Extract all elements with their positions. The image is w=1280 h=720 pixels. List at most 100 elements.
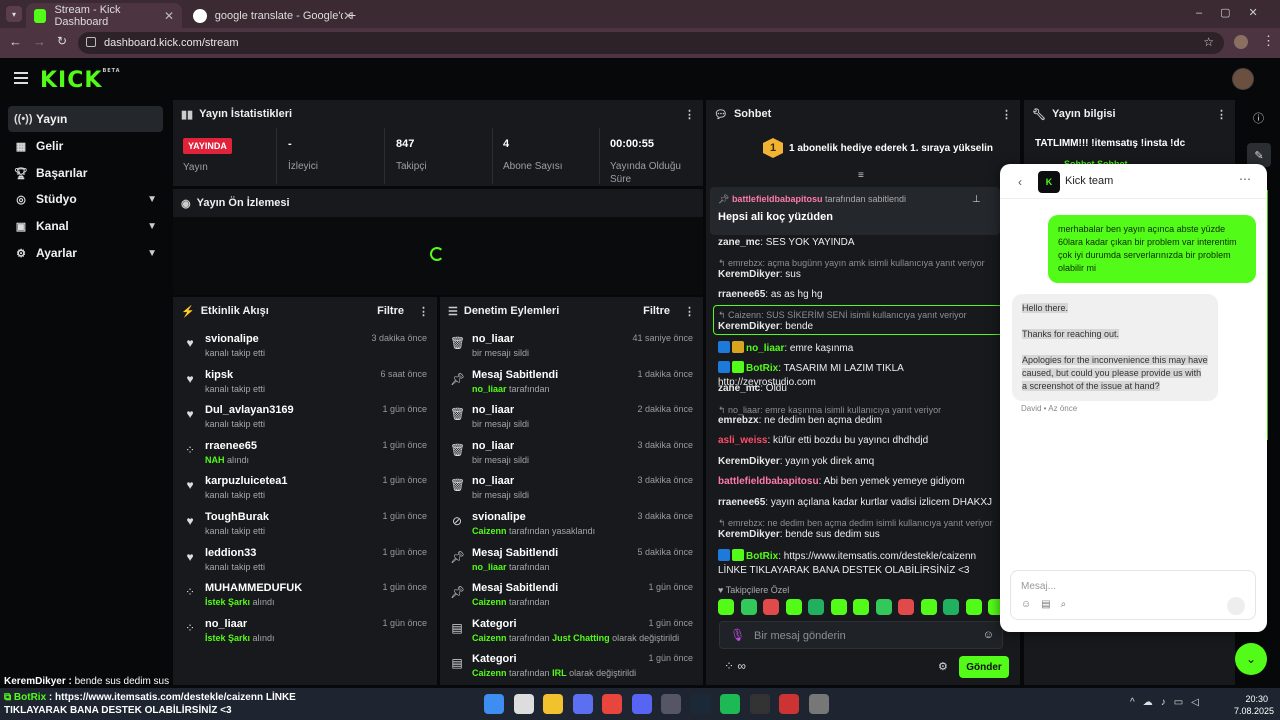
clock[interactable]: 20:30 7.08.2025 <box>1234 693 1274 717</box>
chat-username[interactable]: no_liaar <box>746 343 784 354</box>
unpin-icon[interactable]: ⊥ <box>972 194 981 205</box>
activity-row[interactable]: ⁘ no_liaar İstek Şarkı alındı 1 gün önce <box>173 614 437 650</box>
more-options-icon[interactable]: ⋮ <box>684 305 695 318</box>
profile-avatar[interactable] <box>1234 35 1248 49</box>
moderation-row[interactable]: 📌︎ Mesaj Sabitlendi Caizenn tarafından 1 gü… <box>440 578 703 614</box>
emote-icon[interactable] <box>785 599 802 615</box>
support-input[interactable]: Mesaj... ☺▤⌕ <box>1010 570 1256 620</box>
collapse-icon[interactable]: ≡ <box>858 170 864 181</box>
emote-icon[interactable] <box>763 599 779 615</box>
close-icon[interactable]: ✕ <box>164 9 174 23</box>
back-chevron-icon[interactable]: ‹ <box>1018 175 1022 189</box>
microphone-icon[interactable]: 🎙︎ <box>730 628 745 642</box>
chat-username[interactable]: zane_mc <box>718 383 760 394</box>
emoji-icon[interactable]: ☺ <box>983 629 994 641</box>
taskbar-app-icon[interactable] <box>690 694 711 714</box>
sidebar-item-gelir[interactable]: ▦ Gelir <box>8 133 163 159</box>
taskbar-app-icon[interactable] <box>602 694 622 714</box>
emote-icon[interactable] <box>898 599 914 615</box>
sidebar-item-studyo[interactable]: ◎ Stüdyo ▼ <box>8 186 163 212</box>
emote-icon[interactable] <box>943 599 959 615</box>
moderation-row[interactable]: 📌︎ Mesaj Sabitlendi no_liaar tarafından 5 d… <box>440 543 703 579</box>
hamburger-menu-icon[interactable] <box>14 72 28 84</box>
emote-icon[interactable] <box>718 599 734 615</box>
send-button[interactable]: Gönder <box>959 656 1009 678</box>
taskbar-app-icon[interactable] <box>808 694 829 714</box>
chat-username[interactable]: BotRix <box>746 363 778 374</box>
chat-username[interactable]: asli_weiss <box>718 435 767 446</box>
chat-username[interactable]: BotRix <box>746 551 778 562</box>
emote-icon[interactable] <box>808 599 824 615</box>
bookmark-star-icon[interactable]: ☆ <box>1203 35 1214 49</box>
sidebar-item-yayin[interactable]: ((•)) Yayın <box>8 106 163 132</box>
emote-icon[interactable] <box>853 599 869 615</box>
info-icon[interactable]: ⓘ <box>1253 110 1264 126</box>
send-arrow-icon[interactable] <box>1227 597 1245 615</box>
new-tab-icon[interactable]: + <box>348 7 356 23</box>
taskbar-app-icon[interactable] <box>720 694 740 714</box>
chat-username[interactable]: emrebzx <box>718 415 759 426</box>
moderation-row[interactable]: ⊘ svionalipe Caizenn tarafından yasaklandı… <box>440 507 703 543</box>
moderation-row[interactable]: 📌︎ Mesaj Sabitlendi no_liaar tarafından 1 d… <box>440 365 703 401</box>
activity-row[interactable]: ♥ ToughBurak kanalı takip etti 1 gün önce <box>173 507 437 543</box>
window-controls[interactable]: –▢✕ <box>1196 6 1276 19</box>
taskbar-app-icon[interactable] <box>661 694 681 714</box>
taskbar-app-icon[interactable] <box>513 694 534 714</box>
chat-username[interactable]: battlefieldbabapitosu <box>718 476 819 487</box>
browser-menu-icon[interactable]: ⋮ <box>1262 33 1275 49</box>
more-options-icon[interactable]: ⋯ <box>1239 172 1251 186</box>
more-options-icon[interactable]: ⋮ <box>684 108 695 121</box>
taskbar-app-icon[interactable] <box>572 694 593 714</box>
address-bar[interactable]: dashboard.kick.com/stream ☆ <box>78 32 1224 54</box>
moderation-row[interactable]: 🗑︎ no_liaar bir mesajı sildi 2 dakika önce <box>440 400 703 436</box>
moderation-row[interactable]: 🗑︎ no_liaar bir mesajı sildi 3 dakika önce <box>440 436 703 472</box>
activity-row[interactable]: ⁘ MUHAMMEDUFUK İstek Şarkı alındı 1 gün önc… <box>173 578 437 614</box>
chat-settings-icon[interactable]: ⚙ <box>938 660 948 673</box>
tab-search-button[interactable]: ▾ <box>6 6 22 22</box>
forward-icon[interactable]: → <box>33 34 46 49</box>
sidebar-item-basarilar[interactable]: 🏆︎ Başarılar <box>8 160 163 186</box>
support-toggle-button[interactable]: ⌄ <box>1235 643 1267 675</box>
emote-icon[interactable] <box>740 599 757 615</box>
site-info-icon[interactable] <box>86 37 96 47</box>
more-options-icon[interactable]: ⋮ <box>1001 108 1012 121</box>
sidebar-item-ayarlar[interactable]: ⚙ Ayarlar ▼ <box>8 240 163 266</box>
chat-username[interactable]: rraenee65 <box>718 289 765 300</box>
emote-icon[interactable] <box>965 599 982 615</box>
chat-username[interactable]: rraenee65 <box>718 497 765 508</box>
emote-icon[interactable] <box>920 599 937 615</box>
filter-button[interactable]: Filtre <box>377 305 404 317</box>
system-tray[interactable]: ^☁♪▭◁ <box>1130 697 1207 708</box>
back-icon[interactable]: ← <box>9 34 22 49</box>
activity-row[interactable]: ⁘ rraenee65 NAH alındı 1 gün önce <box>173 436 437 472</box>
activity-row[interactable]: ♥ Dul_avlayan3169 kanalı takip etti 1 gün ö… <box>173 400 437 436</box>
chat-username[interactable]: KeremDikyer <box>718 456 780 467</box>
activity-row[interactable]: ♥ svionalipe kanalı takip etti 3 dakika önc… <box>173 329 437 365</box>
moderation-row[interactable]: 🗑︎ no_liaar bir mesajı sildi 41 saniye önce <box>440 329 703 365</box>
pinned-by-user[interactable]: battlefieldbabapitosu <box>732 194 823 204</box>
taskbar-app-icon[interactable] <box>749 694 770 714</box>
points-icon[interactable]: ⁘ <box>724 659 734 673</box>
chat-username[interactable]: KeremDikyer <box>718 269 780 280</box>
activity-row[interactable]: ♥ kipsk kanalı takip etti 6 saat önce <box>173 365 437 401</box>
taskbar-app-icon[interactable] <box>631 694 652 714</box>
chat-username[interactable]: zane_mc <box>718 237 760 248</box>
attachment-icons[interactable]: ☺▤⌕ <box>1021 599 1076 610</box>
chat-username[interactable]: KeremDikyer <box>718 321 780 332</box>
chat-username[interactable]: KeremDikyer <box>718 529 780 540</box>
sidebar-item-kanal[interactable]: ▣ Kanal ▼ <box>8 213 163 239</box>
activity-row[interactable]: ♥ karpuzluicetea1 kanalı takip etti 1 gün ö… <box>173 471 437 507</box>
taskbar-app-icon[interactable] <box>779 694 799 714</box>
filter-button[interactable]: Filtre <box>643 305 670 317</box>
browser-tab-google[interactable]: google translate - Google'da A ✕ <box>185 3 361 28</box>
emote-icon[interactable] <box>830 599 847 615</box>
chat-input[interactable]: 🎙︎ Bir mesaj gönderin ☺ <box>719 621 1003 649</box>
pinned-message[interactable]: 📌︎ battlefieldbabapitosu tarafından sabi… <box>710 187 1000 235</box>
taskbar-app-icon[interactable] <box>543 694 563 714</box>
reload-icon[interactable]: ↻ <box>57 34 67 48</box>
more-options-icon[interactable]: ⋮ <box>1216 108 1227 121</box>
browser-tab-kick[interactable]: Stream - Kick Dashboard ✕ <box>26 3 182 28</box>
moderation-row[interactable]: ▤ Kategori Caizenn tarafından IRL olarak d… <box>440 649 703 685</box>
taskbar-app-icon[interactable] <box>484 694 504 714</box>
moderation-row[interactable]: ▤ Kategori Caizenn tarafından Just Chattin… <box>440 614 703 650</box>
